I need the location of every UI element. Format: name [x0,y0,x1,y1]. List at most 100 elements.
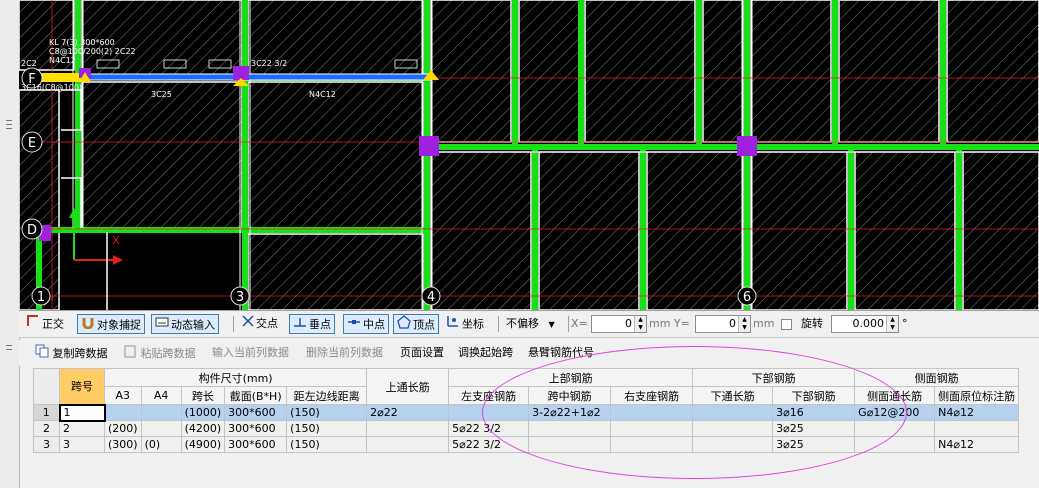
cell[interactable] [692,420,774,437]
cell[interactable]: (300) [104,436,142,453]
axis-label-e: E [28,136,36,151]
paste-icon [123,344,137,364]
y-input[interactable]: 0 ▲ ▼ [695,315,751,333]
mm-label: mm [753,317,775,330]
cell[interactable]: 3 [59,436,105,453]
cell[interactable] [692,436,774,453]
delete-column-button[interactable]: 删除当前列数据 [306,344,383,362]
x-value: 0 [625,317,632,330]
cell[interactable] [528,436,612,453]
object-snap-toggle[interactable]: 对象捕捉 [77,314,145,334]
rotate-input[interactable]: 0.000 ▲ ▼ [831,315,899,333]
vertex-snap[interactable]: 顶点 [393,314,439,334]
row-number[interactable]: 1 [33,404,60,421]
cell[interactable] [610,436,694,453]
cell[interactable]: 3-2⌀22+1⌀2 [528,404,612,421]
offset-mode-select[interactable]: 不偏移 ▼ [503,314,558,334]
offset-header[interactable]: 距左边线距离 [286,386,368,405]
y-spinner[interactable]: ▲ ▼ [738,316,750,332]
cell[interactable] [934,420,1020,437]
beam-label: 3C25 [151,90,172,99]
table-row[interactable]: 3 3 (300) (0) (4900) 300*600 (150) 5⌀22 … [33,436,1020,453]
x-input[interactable]: 0 ▲ ▼ [591,315,647,333]
object-snap-label: 对象捕捉 [97,318,141,332]
magnet-icon [81,315,95,336]
beam-label: N4C12 [49,56,76,65]
bottom-bars-header[interactable]: 下部钢筋 [772,386,856,405]
beam-label: 3C22 3/2 [251,59,287,68]
x-spinner[interactable]: ▲ ▼ [634,316,646,332]
orthogonal-toggle[interactable]: 正交 [23,314,67,334]
cell[interactable]: 1 [58,403,106,422]
cell[interactable]: (150) [286,436,368,453]
cell[interactable]: 5⌀22 3/2 [448,436,530,453]
cell[interactable] [366,436,450,453]
dynamic-input-toggle[interactable]: 动态输入 [151,314,219,334]
cad-canvas[interactable]: F E D 1 3 4 6 KL 7(3) 300*600 C8@100/200… [19,0,1039,310]
cell[interactable]: 3⌀16 [772,404,856,421]
side-through-header[interactable]: 侧面通长筋 [854,386,936,405]
cell[interactable] [140,404,182,421]
left-edge-ruler [0,0,20,488]
cell[interactable] [104,404,142,421]
left-support-header[interactable]: 左支座钢筋 [448,386,530,405]
coordinate-snap[interactable]: 坐标 [443,314,487,334]
cell[interactable]: 5⌀22 3/2 [448,420,530,437]
y-value: 0 [729,317,736,330]
rotate-spinner[interactable]: ▲ ▼ [886,316,898,332]
cell[interactable]: 2⌀22 [366,404,450,421]
cell[interactable]: N4⌀12 [934,404,1020,421]
cell[interactable]: 2 [59,420,105,437]
cantilever-code-button[interactable]: 悬臂钢筋代号 [528,344,594,362]
cell[interactable] [366,420,450,437]
cell[interactable]: (200) [104,420,142,437]
cell[interactable] [448,404,530,421]
mid-span-header[interactable]: 跨中钢筋 [528,386,612,405]
a3-header[interactable]: A3 [104,386,142,405]
cell[interactable]: (1000) [180,404,226,421]
intersection-snap[interactable]: 交点 [239,314,281,334]
cell[interactable] [854,436,936,453]
section-header[interactable]: 截面(B*H) [224,386,288,405]
input-column-button[interactable]: 输入当前列数据 [212,344,289,362]
cell[interactable] [140,420,182,437]
midpoint-snap[interactable]: 中点 [343,314,389,334]
vertex-icon [397,315,411,336]
perpendicular-snap[interactable]: 垂点 [289,314,335,334]
cell[interactable]: 300*600 [224,436,288,453]
cell[interactable] [610,404,694,421]
adjust-start-span-button[interactable]: 调换起始跨 [458,344,513,362]
right-support-header[interactable]: 右支座钢筋 [610,386,694,405]
row-number[interactable]: 2 [33,420,60,437]
rotate-checkbox[interactable] [781,319,792,330]
cell[interactable]: (150) [286,404,368,421]
cell[interactable]: 300*600 [224,404,288,421]
table-row[interactable]: 2 2 (200) (4200) 300*600 (150) 5⌀22 3/2 … [33,420,1020,437]
a4-header[interactable]: A4 [140,386,182,405]
copy-span-button[interactable]: 复制跨数据 [35,344,108,362]
side-original-header[interactable]: 侧面原位标注筋 [934,386,1020,405]
paste-span-button[interactable]: 粘贴跨数据 [123,344,196,362]
cell[interactable]: (150) [286,420,368,437]
bottom-through-header[interactable]: 下通长筋 [692,386,774,405]
axis-label-3: 3 [236,290,244,305]
cell[interactable]: 3⌀25 [772,436,856,453]
cell[interactable]: 300*600 [224,420,288,437]
cell[interactable]: (4200) [180,420,226,437]
cell[interactable]: (4900) [180,436,226,453]
cell[interactable] [854,420,936,437]
cell[interactable]: G⌀12@200 [854,404,936,421]
cell[interactable] [692,404,774,421]
row-number[interactable]: 3 [33,436,60,453]
cell[interactable]: 3⌀25 [772,420,856,437]
cell[interactable] [528,420,612,437]
selected-beam[interactable] [86,73,433,81]
span-header[interactable]: 跨号 [59,368,105,405]
span-length-header[interactable]: 跨长 [180,386,226,405]
cell[interactable]: N4⌀12 [934,436,1020,453]
cell[interactable]: (0) [140,436,182,453]
cell[interactable] [610,420,694,437]
table-row[interactable]: 1 1 (1000) 300*600 (150) 2⌀22 3-2⌀22+1⌀2… [33,403,1020,422]
top-through-header[interactable]: 上通长筋 [366,368,450,405]
page-setup-button[interactable]: 页面设置 [400,344,444,362]
